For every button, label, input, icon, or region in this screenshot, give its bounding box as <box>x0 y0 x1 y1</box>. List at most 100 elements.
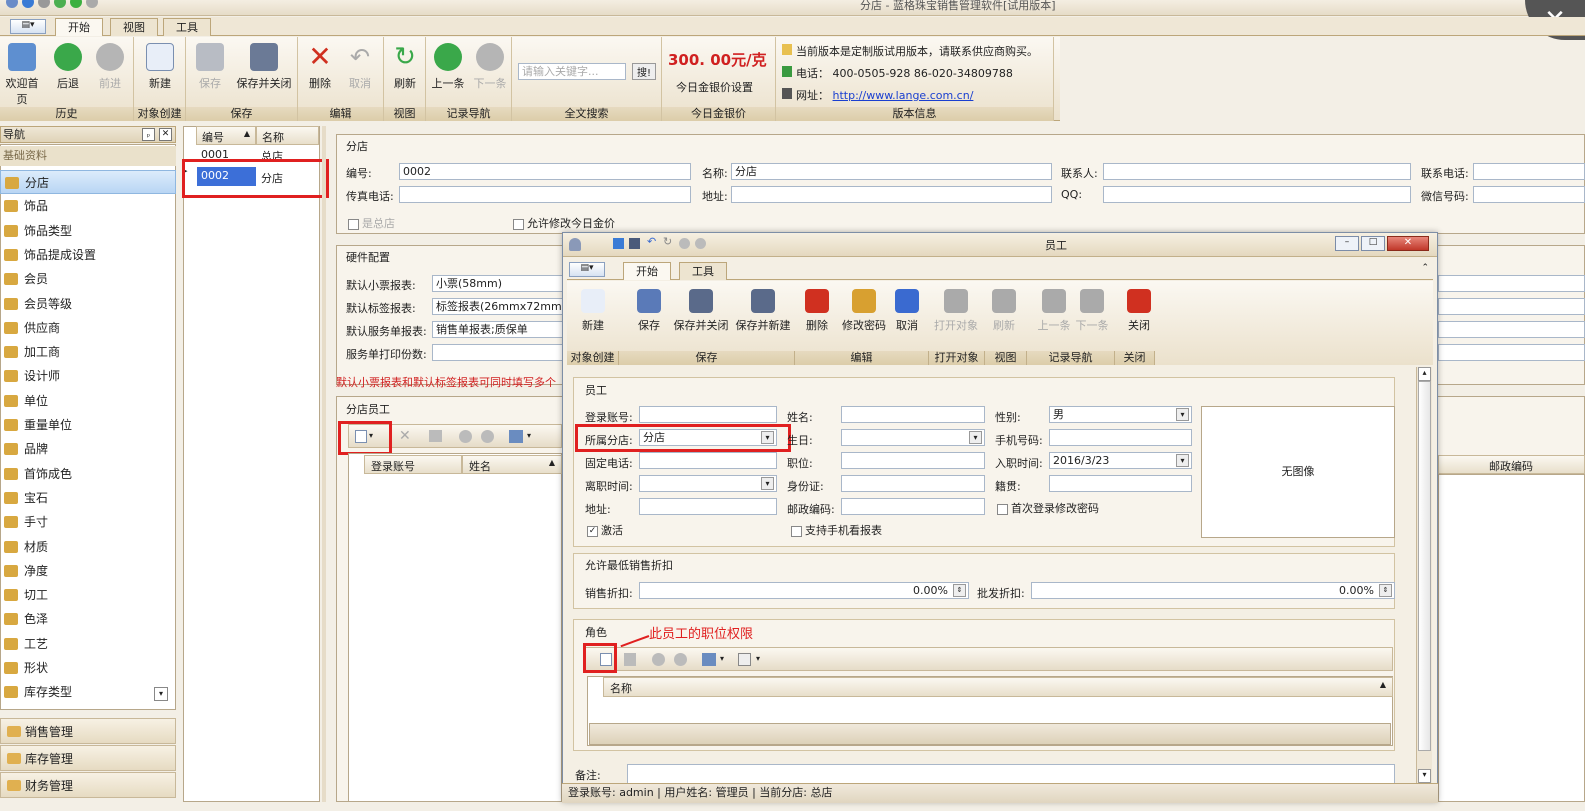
search-button[interactable]: 搜! <box>632 63 656 80</box>
sidebar-item-brand[interactable]: 品牌 <box>0 437 176 461</box>
sale-discount-spinner[interactable]: 0.00% ⇕ <box>639 582 969 599</box>
spinner-icon[interactable]: ⇕ <box>953 584 966 597</box>
collapse-ribbon-icon[interactable]: ⌃ <box>1421 263 1429 273</box>
up-icon[interactable] <box>70 0 82 8</box>
sidebar-item-weight-unit[interactable]: 重量单位 <box>0 413 176 437</box>
save-icon[interactable] <box>22 0 34 8</box>
nav-group-finance[interactable]: 财务管理 <box>0 772 176 798</box>
search-input[interactable]: 请输入关键字... <box>518 63 626 80</box>
cancel-button[interactable]: ↶ 取消 <box>340 43 380 91</box>
code-input[interactable]: 0002 <box>399 163 691 180</box>
remove-role-icon[interactable] <box>624 653 636 666</box>
chevron-down-icon[interactable]: ▾ <box>1176 408 1189 421</box>
field-right-1[interactable] <box>1438 275 1585 292</box>
nav-group-inventory[interactable]: 库存管理 <box>0 745 176 771</box>
splitter[interactable] <box>322 126 326 802</box>
up-icon[interactable] <box>679 238 690 249</box>
delete-button[interactable]: ✕ 删除 <box>300 43 340 91</box>
sidebar-item-purity[interactable]: 首饰成色 <box>0 462 176 486</box>
nav-group-sales[interactable]: 销售管理 <box>0 718 176 744</box>
close-icon[interactable]: ✕ <box>1387 236 1429 251</box>
cancel-button[interactable]: 取消 <box>889 289 925 333</box>
leave-date-picker[interactable]: ▾ <box>639 475 777 492</box>
scroll-thumb[interactable] <box>1418 381 1431 751</box>
sidebar-item-supplier[interactable]: 供应商 <box>0 316 176 340</box>
dialog-tab-start[interactable]: 开始 <box>623 262 671 280</box>
col-code-header[interactable]: 编号 ▲ <box>196 126 256 145</box>
sidebar-item-material[interactable]: 材质 <box>0 535 176 559</box>
name-input[interactable]: 分店 <box>731 163 1052 180</box>
up-icon[interactable] <box>652 653 665 666</box>
name-input[interactable] <box>841 406 985 423</box>
field-right-3[interactable] <box>1438 321 1585 338</box>
forward-button[interactable]: 前进 <box>90 43 130 91</box>
dropdown-arrow-icon[interactable]: ▾ <box>527 431 531 440</box>
refresh-button[interactable]: ↻ 刷新 <box>385 43 425 91</box>
search-icon[interactable] <box>738 653 751 666</box>
app-menu-button[interactable]: ▤▾ <box>10 19 46 34</box>
tel-input[interactable] <box>639 452 777 469</box>
save-button[interactable]: 保存 <box>190 43 230 91</box>
dialog-tab-tools[interactable]: 工具 <box>679 262 727 280</box>
remark-input[interactable] <box>627 764 1395 784</box>
wholesale-discount-spinner[interactable]: 0.00% ⇕ <box>1031 582 1395 599</box>
tab-tools[interactable]: 工具 <box>163 18 211 36</box>
mobile-report-checkbox[interactable]: 支持手机看报表 <box>791 522 882 538</box>
sidebar-item-ring-size[interactable]: 手寸 <box>0 510 176 534</box>
sidebar-item-processor[interactable]: 加工商 <box>0 340 176 364</box>
sidebar-item-designer[interactable]: 设计师 <box>0 364 176 388</box>
sidebar-item-cut[interactable]: 切工 <box>0 583 176 607</box>
idcard-input[interactable] <box>841 475 985 492</box>
scroll-down-icon[interactable]: ▾ <box>1418 769 1431 783</box>
print-icon[interactable] <box>702 653 716 666</box>
sidebar-item-craft[interactable]: 工艺 <box>0 632 176 656</box>
native-input[interactable] <box>1049 475 1192 492</box>
close-button[interactable]: 关闭 <box>1119 289 1159 333</box>
prev-record-button[interactable]: 上一条 <box>1035 289 1073 333</box>
col-name-header[interactable]: 名称 <box>256 126 319 145</box>
tab-start[interactable]: 开始 <box>55 18 103 36</box>
sidebar-item-shape[interactable]: 形状 <box>0 656 176 680</box>
sidebar-item-member[interactable]: 会员 <box>0 267 176 291</box>
refresh-icon[interactable] <box>54 0 66 8</box>
sidebar-item-unit[interactable]: 单位 <box>0 389 176 413</box>
down-icon[interactable] <box>481 430 494 443</box>
field-right-2[interactable] <box>1438 298 1585 315</box>
scroll-up-icon[interactable]: ▴ <box>1418 367 1431 381</box>
home-button[interactable]: 欢迎首页 <box>2 43 42 107</box>
birthday-picker[interactable]: ▾ <box>841 429 985 446</box>
undo-icon[interactable] <box>38 0 50 8</box>
address-input[interactable] <box>639 498 777 515</box>
app-icon[interactable] <box>6 0 18 8</box>
qq-input[interactable] <box>1103 186 1411 203</box>
next-record-button[interactable]: 下一条 <box>470 43 510 91</box>
website-link[interactable]: http://www.lange.com.cn/ <box>833 89 974 102</box>
change-password-button[interactable]: 修改密码 <box>841 289 887 333</box>
down-icon[interactable] <box>86 0 98 8</box>
next-record-button[interactable]: 下一条 <box>1073 289 1111 333</box>
chevron-down-icon[interactable]: ▾ <box>969 431 982 444</box>
pin-icon[interactable]: ᵖ <box>142 128 155 141</box>
refresh-button[interactable]: 刷新 <box>987 289 1021 333</box>
back-button[interactable]: 后退 <box>48 43 88 91</box>
sidebar-item-color[interactable]: 色泽 <box>0 607 176 631</box>
up-icon[interactable] <box>459 430 472 443</box>
is-main-checkbox[interactable]: 是总店 <box>348 215 395 231</box>
dropdown-arrow-icon[interactable]: ▾ <box>720 654 724 663</box>
allow-edit-price-checkbox[interactable]: 允许修改今日金价 <box>513 215 615 231</box>
photo-box[interactable]: 无图像 <box>1201 406 1395 538</box>
sidebar-item-commission[interactable]: 饰品提成设置 <box>0 243 176 267</box>
wechat-input[interactable] <box>1473 186 1585 203</box>
save-close-icon[interactable] <box>629 238 640 249</box>
sidebar-item-store[interactable]: 分店 <box>0 170 176 194</box>
col-zip-header[interactable]: 邮政编码 <box>1438 455 1585 474</box>
new-button[interactable]: 新建 <box>573 289 613 333</box>
close-icon[interactable]: ✕ <box>159 128 172 141</box>
save-new-button[interactable]: 保存并新建 <box>733 289 793 333</box>
chevron-down-icon[interactable]: ▾ <box>761 477 774 490</box>
fax-input[interactable] <box>399 186 691 203</box>
delete-button[interactable]: 删除 <box>799 289 835 333</box>
col-name-header[interactable]: 姓名 ▲ <box>462 455 562 474</box>
col-role-name-header[interactable]: 名称 ▲ <box>603 677 1393 697</box>
delete-icon[interactable]: ✕ <box>399 428 411 444</box>
